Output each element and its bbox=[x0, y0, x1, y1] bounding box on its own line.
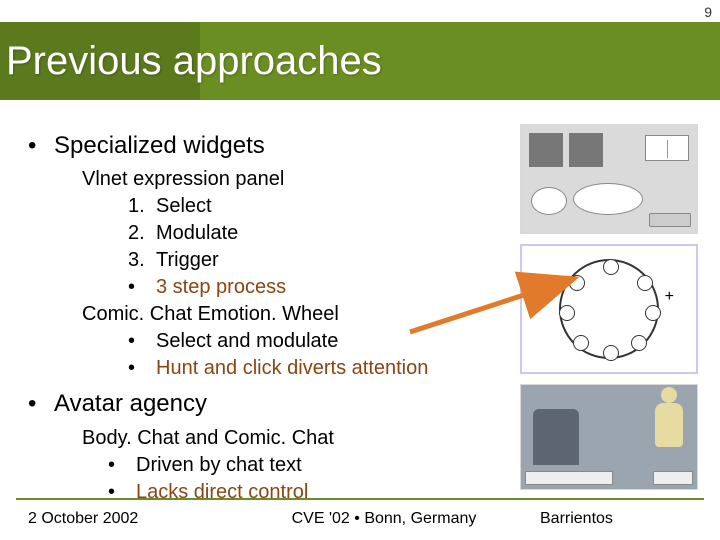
bullet-dot-2: • bbox=[28, 388, 54, 420]
note-text: 3 step process bbox=[156, 274, 286, 301]
step-2: Modulate bbox=[156, 220, 238, 247]
footer-divider bbox=[16, 498, 704, 500]
figure-emotion-wheel: + bbox=[520, 244, 698, 374]
footer-author: Barrientos bbox=[540, 510, 690, 528]
step-list: 1.Select 2.Modulate 3.Trigger bbox=[128, 193, 488, 274]
bc-p2-text: Lacks direct control bbox=[136, 479, 308, 506]
step-3: Trigger bbox=[156, 247, 219, 274]
heading-1: Specialized widgets bbox=[54, 130, 265, 162]
cc-p1-text: Select and modulate bbox=[156, 328, 338, 355]
step-note: • 3 step process bbox=[128, 274, 488, 301]
footer-date: 2 October 2002 bbox=[28, 510, 228, 528]
title-band: Previous approaches bbox=[0, 22, 720, 100]
page-number: 9 bbox=[704, 4, 712, 20]
footer-venue: CVE '02 • Bonn, Germany bbox=[228, 510, 540, 528]
bullet-dot: • bbox=[28, 130, 54, 162]
comicchat-point2: • Hunt and click diverts attention bbox=[128, 355, 488, 382]
slide-title: Previous approaches bbox=[0, 39, 382, 84]
bodychat-p2: • Lacks direct control bbox=[108, 479, 488, 506]
content-area: • Specialized widgets Vlnet expression p… bbox=[28, 124, 488, 506]
plus-icon: + bbox=[665, 288, 674, 306]
comicchat-point1: • Select and modulate bbox=[128, 328, 488, 355]
bullet-specialized-widgets: • Specialized widgets bbox=[28, 130, 488, 162]
bc-p1-text: Driven by chat text bbox=[136, 452, 302, 479]
figure-bodychat bbox=[520, 384, 698, 490]
comicchat-title: Comic. Chat Emotion. Wheel bbox=[82, 301, 488, 328]
footer: 2 October 2002 CVE '02 • Bonn, Germany B… bbox=[0, 510, 720, 528]
bullet-avatar-agency: • Avatar agency bbox=[28, 388, 488, 420]
bodychat-title: Body. Chat and Comic. Chat bbox=[82, 425, 488, 452]
step-1: Select bbox=[156, 193, 212, 220]
cc-p2-text: Hunt and click diverts attention bbox=[156, 355, 428, 382]
emotion-wheel bbox=[559, 259, 659, 359]
heading-2: Avatar agency bbox=[54, 388, 207, 420]
bodychat-p1: • Driven by chat text bbox=[108, 452, 488, 479]
figure-vlnet-panel bbox=[520, 124, 698, 234]
vlnet-title: Vlnet expression panel bbox=[82, 166, 488, 193]
